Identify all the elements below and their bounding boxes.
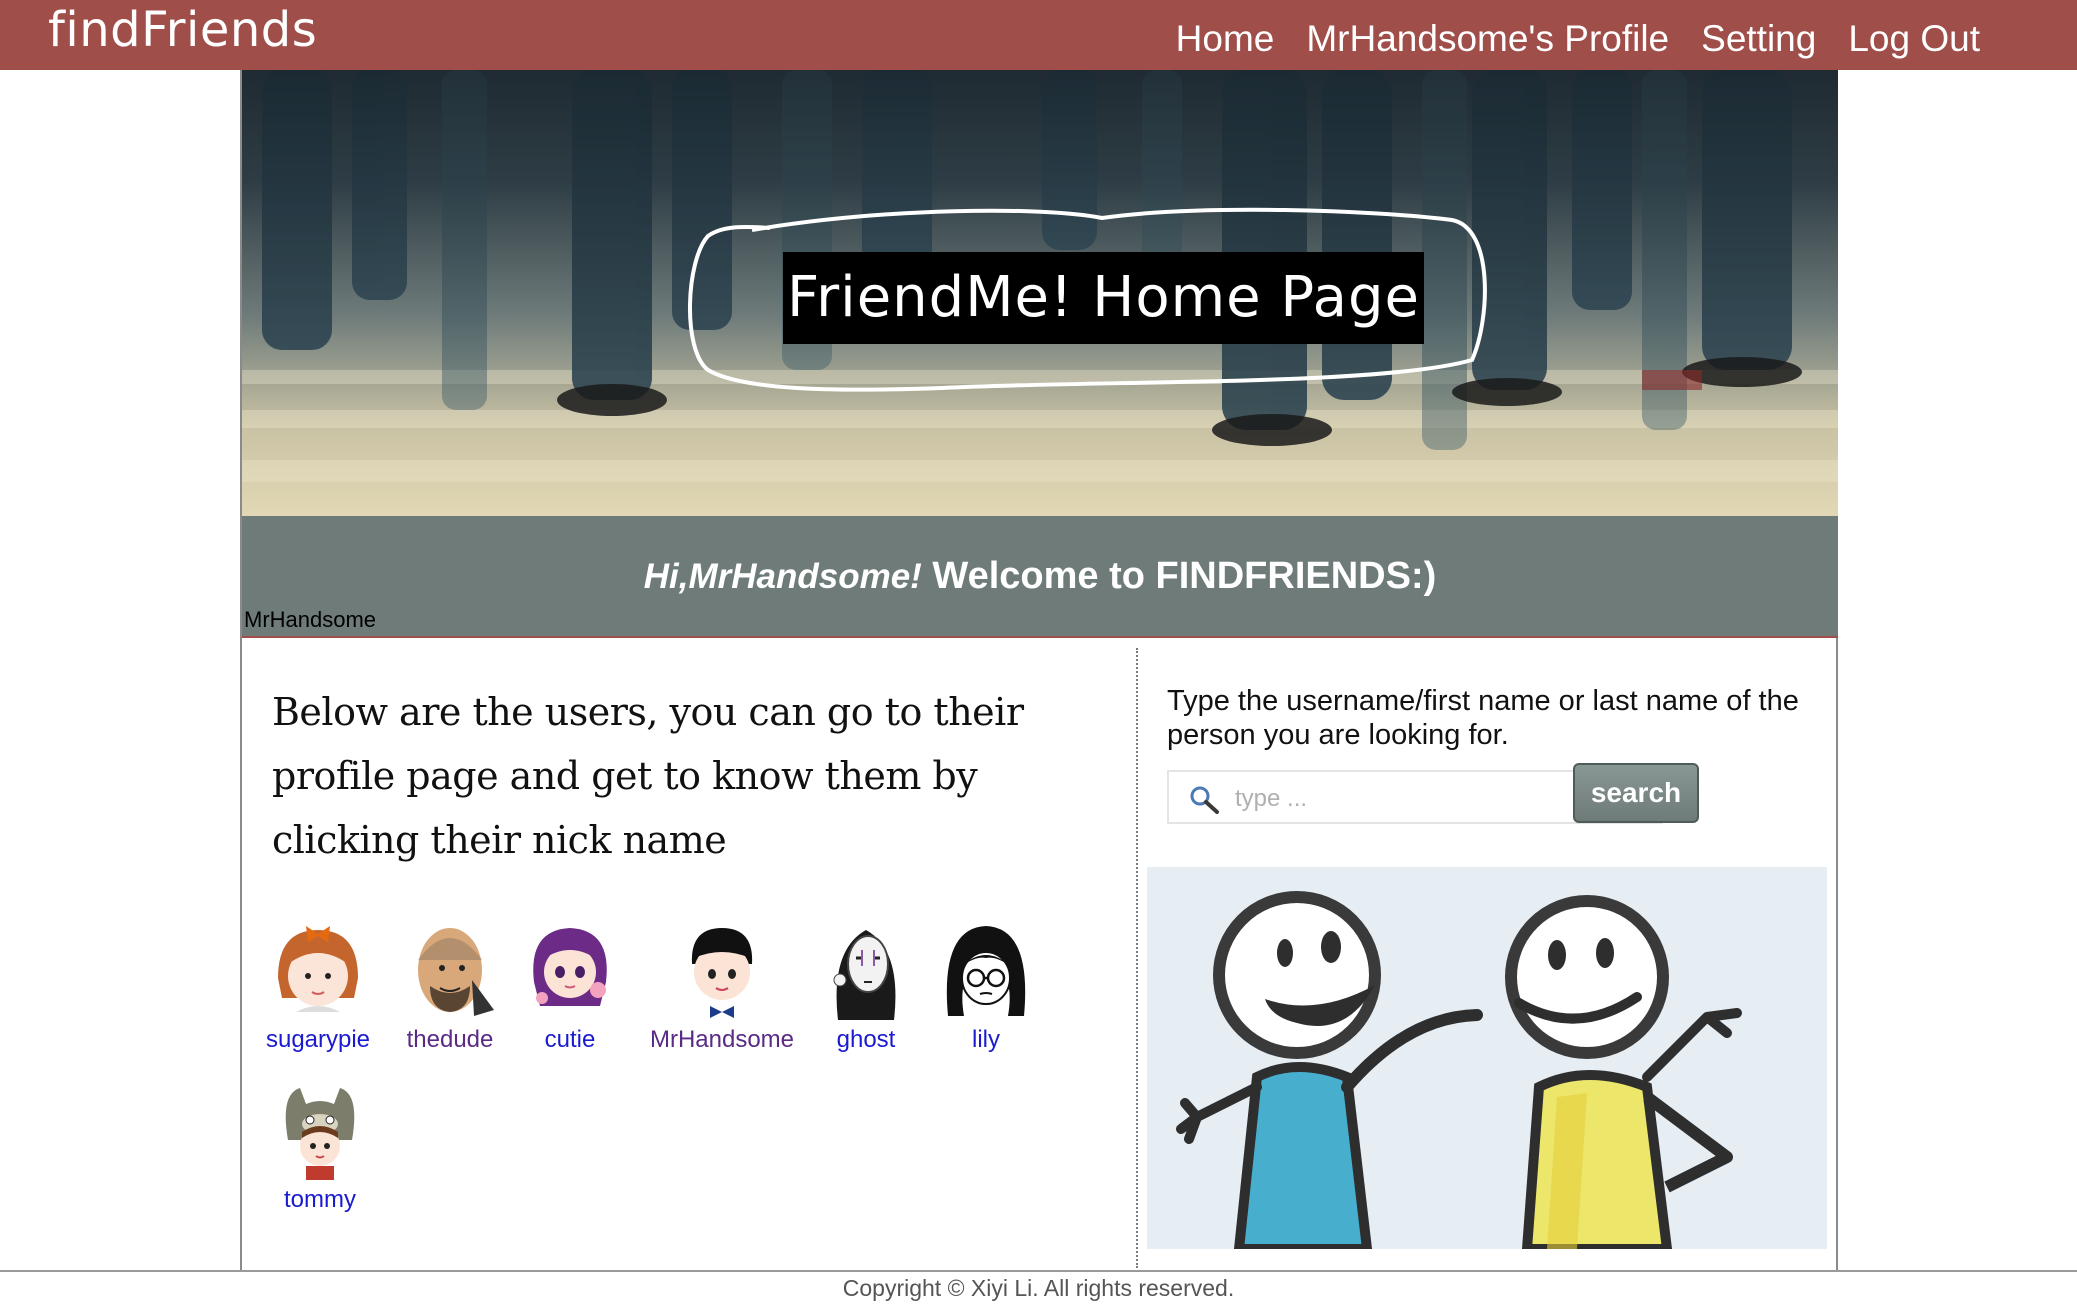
footer: Copyright © Xiyi Li. All rights reserved… bbox=[0, 1270, 2077, 1304]
nav-profile-link[interactable]: MrHandsome's Profile bbox=[1306, 14, 1669, 64]
nav-setting-link[interactable]: Setting bbox=[1701, 14, 1816, 64]
user-name-link[interactable]: thedude bbox=[400, 1026, 500, 1054]
purple-hair-girl-avatar bbox=[520, 920, 620, 1020]
user-name-link[interactable]: cutie bbox=[520, 1026, 620, 1054]
welcome-line: Hi,MrHandsome! Welcome to FINDFRIENDS:) bbox=[242, 552, 1838, 601]
nav-home-link[interactable]: Home bbox=[1176, 14, 1275, 64]
copyright-text: Copyright © Xiyi Li. All rights reserved… bbox=[842, 1275, 1235, 1301]
user-name-link[interactable]: sugarypie bbox=[264, 1026, 372, 1054]
user-card-thedude[interactable]: thedude bbox=[400, 920, 500, 1054]
hero-title: FriendMe! Home Page bbox=[783, 252, 1424, 344]
magnifier-icon bbox=[1190, 786, 1219, 814]
main-container: FriendMe! Home Page Hi,MrHandsome! Welco… bbox=[240, 70, 1838, 1270]
user-card-cutie[interactable]: cutie bbox=[520, 920, 620, 1054]
totoro-hat-kid-avatar bbox=[270, 1080, 370, 1180]
user-card-sugarypie[interactable]: sugarypie bbox=[264, 920, 372, 1054]
girl-orange-bow-avatar bbox=[268, 920, 368, 1020]
user-name-link[interactable]: lily bbox=[936, 1026, 1036, 1054]
user-card-mrhandsome[interactable]: MrHandsome bbox=[647, 920, 797, 1054]
user-card-ghost[interactable]: ghost bbox=[816, 920, 916, 1054]
boy-bowtie-avatar bbox=[672, 920, 772, 1020]
brand-logo[interactable]: findFriends bbox=[48, 2, 317, 58]
hero-banner: FriendMe! Home Page bbox=[242, 70, 1838, 516]
user-name-link[interactable]: ghost bbox=[816, 1026, 916, 1054]
user-name-link[interactable]: tommy bbox=[270, 1186, 370, 1214]
user-card-lily[interactable]: lily bbox=[936, 920, 1036, 1054]
search-button[interactable]: search bbox=[1573, 763, 1699, 823]
top-navbar: findFriends Home MrHandsome's Profile Se… bbox=[0, 0, 2077, 70]
masked-ghost-avatar bbox=[816, 920, 916, 1020]
current-username: MrHandsome bbox=[244, 607, 377, 632]
user-name-link[interactable]: MrHandsome bbox=[647, 1026, 797, 1054]
users-intro-text: Below are the users, you can go to their… bbox=[272, 690, 1024, 862]
nav-links: Home MrHandsome's Profile Setting Log Ou… bbox=[1176, 14, 1980, 64]
nav-logout-link[interactable]: Log Out bbox=[1848, 14, 1980, 64]
welcome-message: Welcome to FINDFRIENDS:) bbox=[932, 555, 1437, 597]
search-hint-text: Type the username/first name or last nam… bbox=[1167, 685, 1799, 751]
welcome-greeting: Hi,MrHandsome! bbox=[643, 557, 922, 596]
girl-glasses-avatar bbox=[936, 920, 1036, 1020]
users-section: Below are the users, you can go to their… bbox=[242, 648, 1138, 1268]
welcome-banner: Hi,MrHandsome! Welcome to FINDFRIENDS:) … bbox=[242, 516, 1838, 638]
bald-dude-avatar bbox=[400, 920, 500, 1020]
two-friends-illustration bbox=[1147, 867, 1827, 1249]
search-section: Type the username/first name or last nam… bbox=[1140, 648, 1836, 1268]
user-card-tommy[interactable]: tommy bbox=[270, 1080, 370, 1214]
